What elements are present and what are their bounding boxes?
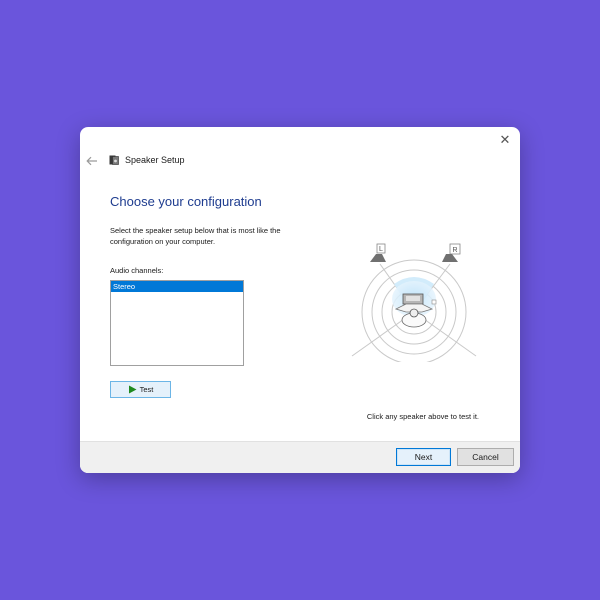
next-button[interactable]: Next bbox=[396, 448, 451, 466]
audio-channels-list[interactable]: Stereo bbox=[110, 280, 244, 366]
speaker-test-hint: Click any speaker above to test it. bbox=[366, 412, 479, 421]
instructions-text: Select the speaker setup below that is m… bbox=[110, 226, 281, 246]
left-speaker-label: L bbox=[379, 246, 383, 253]
list-item-stereo[interactable]: Stereo bbox=[111, 281, 243, 292]
test-button[interactable]: Test bbox=[110, 381, 171, 398]
cancel-button[interactable]: Cancel bbox=[457, 448, 514, 466]
speaker-layout-diagram: L R bbox=[351, 243, 477, 362]
right-speaker-icon[interactable]: R bbox=[442, 243, 461, 262]
speaker-setup-dialog: ✕ Speaker Setup Choose your configuratio… bbox=[80, 127, 520, 473]
audio-channels-label: Audio channels: bbox=[110, 266, 164, 275]
window-title-bar: Speaker Setup bbox=[109, 155, 185, 165]
test-button-label: Test bbox=[139, 385, 154, 394]
close-icon: ✕ bbox=[499, 132, 511, 147]
page-heading: Choose your configuration bbox=[110, 194, 262, 209]
left-speaker-icon[interactable]: L bbox=[370, 243, 386, 262]
close-button[interactable]: ✕ bbox=[494, 130, 516, 150]
arrow-left-icon bbox=[86, 156, 97, 166]
dialog-footer: Next Cancel bbox=[80, 441, 520, 473]
right-speaker-label: R bbox=[452, 247, 457, 254]
window-title: Speaker Setup bbox=[125, 155, 185, 165]
back-button[interactable] bbox=[84, 154, 100, 168]
speaker-setup-icon bbox=[109, 155, 119, 165]
play-icon bbox=[128, 385, 137, 394]
